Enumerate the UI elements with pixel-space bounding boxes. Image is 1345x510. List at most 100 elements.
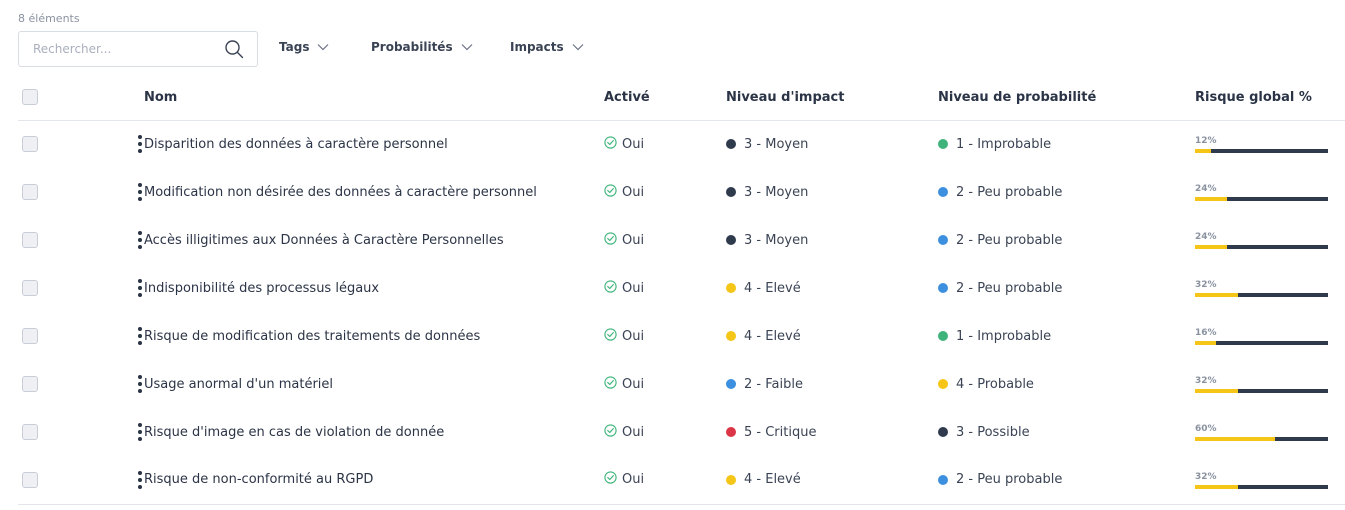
more-vertical-icon[interactable] <box>138 181 142 203</box>
chevron-down-icon <box>572 41 584 53</box>
row-actions-cell <box>68 312 144 360</box>
risk-percent-label: 16% <box>1195 328 1217 338</box>
more-vertical-icon[interactable] <box>138 229 142 251</box>
risk-percent-label: 32% <box>1195 376 1217 386</box>
risk-progress-fill <box>1195 293 1238 297</box>
more-vertical-icon[interactable] <box>138 421 142 443</box>
row-active-label: Oui <box>622 232 645 248</box>
column-header-name[interactable]: Nom <box>144 75 604 121</box>
row-name[interactable]: Modification non désirée des données à c… <box>144 168 604 216</box>
column-header-impact[interactable]: Niveau d'impact <box>726 75 938 121</box>
table-row[interactable]: Accès illigitimes aux Données à Caractèr… <box>18 216 1345 264</box>
risk-percent-label: 60% <box>1195 424 1217 434</box>
table-row[interactable]: Risque de modification des traitements d… <box>18 312 1345 360</box>
filter-probabilities[interactable]: Probabilités <box>371 40 473 54</box>
impact-level-dot <box>726 235 736 245</box>
row-name[interactable]: Disparition des données à caractère pers… <box>144 120 604 168</box>
row-name[interactable]: Risque de non-conformité au RGPD <box>144 456 604 505</box>
column-header-probability[interactable]: Niveau de probabilité <box>938 75 1195 121</box>
row-probability-cell: 4 - Probable <box>938 360 1195 408</box>
row-probability-label: 2 - Peu probable <box>956 184 1063 200</box>
more-vertical-icon[interactable] <box>138 469 142 491</box>
table-row[interactable]: Risque de non-conformité au RGPD Oui 4 -… <box>18 456 1345 505</box>
row-risk-cell: 32% <box>1195 264 1345 312</box>
row-checkbox[interactable] <box>22 376 38 392</box>
row-impact-label: 2 - Faible <box>744 376 803 392</box>
probability-level-dot <box>938 379 948 389</box>
risk-progress-fill <box>1195 389 1238 393</box>
row-probability-cell: 1 - Improbable <box>938 312 1195 360</box>
row-actions-cell <box>68 456 144 505</box>
row-active-cell: Oui <box>604 120 726 168</box>
select-all-checkbox[interactable] <box>22 89 38 106</box>
impact-level-dot <box>726 139 736 150</box>
chevron-down-icon <box>461 41 473 53</box>
probability-level-dot <box>938 474 948 485</box>
column-header-active[interactable]: Activé <box>604 75 726 121</box>
table-header-row: Nom Activé Niveau d'impact Niveau de pro… <box>18 75 1345 121</box>
risk-progress-fill <box>1195 149 1211 154</box>
row-checkbox[interactable] <box>22 424 38 440</box>
chevron-down-icon <box>317 41 329 53</box>
risk-progress-fill <box>1195 245 1227 249</box>
probability-level-dot <box>938 139 948 150</box>
row-checkbox[interactable] <box>22 136 38 153</box>
risk-progress-fill <box>1195 437 1275 441</box>
risk-percent-label: 12% <box>1195 136 1217 147</box>
search-box[interactable] <box>18 31 258 67</box>
table-row[interactable]: Usage anormal d'un matériel Oui 2 - Faib… <box>18 360 1345 408</box>
risk-progress-bar <box>1195 437 1328 441</box>
row-probability-label: 2 - Peu probable <box>956 280 1063 296</box>
impact-level-dot <box>726 331 736 341</box>
row-active-label: Oui <box>622 424 645 440</box>
row-impact-cell: 3 - Moyen <box>726 168 938 216</box>
more-vertical-icon[interactable] <box>138 373 142 395</box>
row-active-cell: Oui <box>604 264 726 312</box>
probability-level-dot <box>938 427 948 437</box>
column-header-risk[interactable]: Risque global % <box>1195 75 1345 121</box>
row-select-cell <box>18 120 68 168</box>
row-probability-label: 1 - Improbable <box>956 328 1052 344</box>
row-checkbox[interactable] <box>22 280 38 296</box>
table-row[interactable]: Modification non désirée des données à c… <box>18 168 1345 216</box>
row-probability-label: 4 - Probable <box>956 376 1034 392</box>
row-probability-label: 3 - Possible <box>956 424 1030 440</box>
filter-tags-label: Tags <box>279 40 310 54</box>
more-vertical-icon[interactable] <box>138 133 142 155</box>
row-risk-cell: 24% <box>1195 216 1345 264</box>
check-circle-icon <box>604 231 617 249</box>
row-checkbox[interactable] <box>22 232 38 248</box>
row-active-label: Oui <box>622 184 645 200</box>
more-vertical-icon[interactable] <box>138 325 142 347</box>
impact-level-dot <box>726 379 736 389</box>
row-name[interactable]: Usage anormal d'un matériel <box>144 360 604 408</box>
check-circle-icon <box>604 423 617 441</box>
filter-probabilities-label: Probabilités <box>371 40 453 54</box>
row-name[interactable]: Risque d'image en cas de violation de do… <box>144 408 604 456</box>
filter-impacts[interactable]: Impacts <box>510 40 584 54</box>
row-probability-label: 2 - Peu probable <box>956 232 1063 248</box>
risk-progress-fill <box>1195 197 1227 201</box>
row-impact-label: 3 - Moyen <box>744 232 809 248</box>
row-select-cell <box>18 456 68 505</box>
row-checkbox[interactable] <box>22 184 38 200</box>
risk-progress-bar <box>1195 197 1328 201</box>
row-active-label: Oui <box>622 280 645 296</box>
row-name[interactable]: Indisponibilité des processus légaux <box>144 264 604 312</box>
row-active-label: Oui <box>622 328 645 344</box>
search-input[interactable] <box>31 41 223 57</box>
more-vertical-icon[interactable] <box>138 277 142 299</box>
search-icon[interactable] <box>223 38 245 60</box>
filter-tags[interactable]: Tags <box>279 40 329 54</box>
row-actions-cell <box>68 120 144 168</box>
risk-progress-fill <box>1195 341 1217 345</box>
row-impact-label: 5 - Critique <box>744 424 817 440</box>
risk-percent-label: 24% <box>1195 232 1217 242</box>
table-row[interactable]: Indisponibilité des processus légaux Oui… <box>18 264 1345 312</box>
row-name[interactable]: Risque de modification des traitements d… <box>144 312 604 360</box>
table-row[interactable]: Disparition des données à caractère pers… <box>18 120 1345 168</box>
row-checkbox[interactable] <box>22 328 38 344</box>
table-row[interactable]: Risque d'image en cas de violation de do… <box>18 408 1345 456</box>
row-name[interactable]: Accès illigitimes aux Données à Caractèr… <box>144 216 604 264</box>
row-checkbox[interactable] <box>22 471 38 488</box>
